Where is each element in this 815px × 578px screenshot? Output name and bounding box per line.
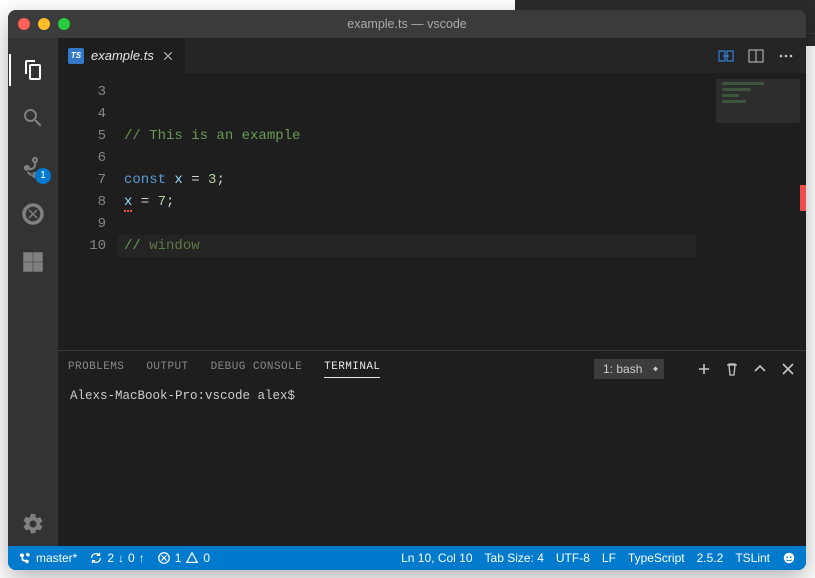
status-problems[interactable]: 1 0 [157,551,210,565]
terminal-selector[interactable]: 1: bash [594,359,664,379]
bug-icon [21,202,45,226]
code-line[interactable]: const x = 3; [124,169,806,191]
line-number: 4 [58,103,106,125]
split-editor-icon[interactable] [748,48,764,64]
line-number: 8 [58,191,106,213]
minimize-window-icon[interactable] [38,18,50,30]
code-line[interactable]: x = 7; [124,191,806,213]
code-line[interactable] [124,81,806,103]
line-number: 10 [58,235,106,257]
line-number: 3 [58,81,106,103]
files-icon [21,58,45,82]
status-ts-version[interactable]: 2.5.2 [697,551,724,565]
scm-badge: 1 [35,168,51,184]
status-eol[interactable]: LF [602,551,616,565]
activity-bar: 1 [8,38,58,546]
gear-icon [21,512,45,536]
activity-scm[interactable]: 1 [9,144,57,188]
compare-changes-icon[interactable] [718,48,734,64]
line-gutter: 345678910 [58,73,118,350]
smiley-icon [782,551,796,565]
status-encoding[interactable]: UTF-8 [556,551,590,565]
activity-settings[interactable] [9,502,57,546]
warning-icon [185,551,199,565]
bottom-panel: PROBLEMS OUTPUT DEBUG CONSOLE TERMINAL 1… [58,350,806,546]
line-number: 7 [58,169,106,191]
activity-extensions[interactable] [9,240,57,284]
close-window-icon[interactable] [18,18,30,30]
line-number: 5 [58,125,106,147]
panel-tab-output[interactable]: OUTPUT [146,361,188,377]
traffic-lights [18,18,70,30]
error-icon [157,551,171,565]
editor-actions [706,38,806,73]
status-feedback[interactable] [782,551,796,565]
status-linter[interactable]: TSLint [735,551,770,565]
zoom-window-icon[interactable] [58,18,70,30]
panel-tab-problems[interactable]: PROBLEMS [68,361,124,377]
kill-terminal-icon[interactable] [724,361,740,377]
line-number: 6 [58,147,106,169]
status-tabsize[interactable]: Tab Size: 4 [485,551,544,565]
panel-tab-debug[interactable]: DEBUG CONSOLE [211,361,303,377]
activity-explorer[interactable] [9,48,57,92]
code-line[interactable] [124,147,806,169]
editor-tab[interactable]: TS example.ts [58,38,186,73]
search-icon [21,106,45,130]
status-bar: master* 2↓ 0↑ 1 0 Ln 10, Col 10 Tab Size… [8,546,806,570]
terminal-prompt: Alexs-MacBook-Pro:vscode alex$ [70,389,295,403]
code-line[interactable] [124,213,806,235]
status-language[interactable]: TypeScript [628,551,685,565]
tab-bar: TS example.ts [58,38,806,73]
minimap[interactable] [716,79,800,123]
code-line[interactable]: // window [118,235,696,257]
line-number: 9 [58,213,106,235]
typescript-file-icon: TS [68,48,84,64]
new-terminal-icon[interactable] [696,361,712,377]
tab-label: example.ts [91,48,154,63]
activity-debug[interactable] [9,192,57,236]
status-branch[interactable]: master* [18,551,77,565]
error-overview-marker[interactable] [800,185,806,211]
terminal[interactable]: Alexs-MacBook-Pro:vscode alex$ [58,383,806,546]
close-panel-icon[interactable] [780,361,796,377]
code-content[interactable]: // This is an example const x = 3;x = 7;… [118,73,806,350]
git-branch-icon [18,551,32,565]
more-icon[interactable] [778,48,794,64]
vscode-window: example.ts — vscode 1 [8,10,806,570]
sync-icon [89,551,103,565]
activity-search[interactable] [9,96,57,140]
titlebar[interactable]: example.ts — vscode [8,10,806,38]
close-icon[interactable] [161,49,175,63]
window-title: example.ts — vscode [8,17,806,31]
extensions-icon [21,250,45,274]
code-line[interactable]: // This is an example [124,125,806,147]
maximize-panel-icon[interactable] [752,361,768,377]
status-position[interactable]: Ln 10, Col 10 [401,551,472,565]
panel-tab-terminal[interactable]: TERMINAL [324,361,380,378]
status-sync[interactable]: 2↓ 0↑ [89,551,144,565]
code-editor[interactable]: 345678910 // This is an example const x … [58,73,806,546]
code-line[interactable] [124,103,806,125]
